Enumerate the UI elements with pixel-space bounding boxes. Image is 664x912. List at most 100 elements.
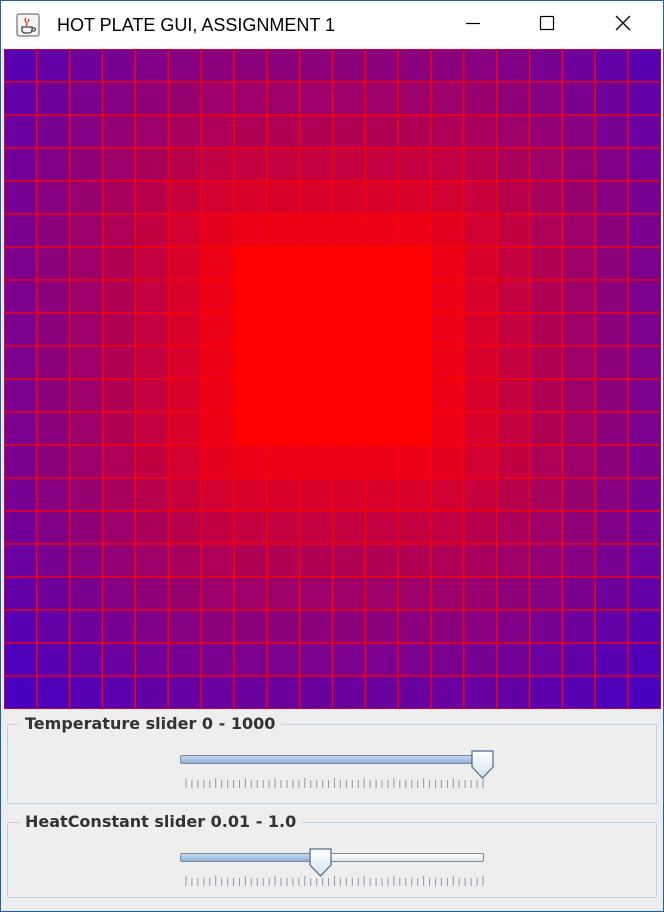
plate-cell[interactable] (397, 477, 432, 512)
plate-cell[interactable] (266, 279, 301, 314)
temperature-slider[interactable] (177, 750, 494, 800)
plate-cell[interactable] (36, 81, 71, 116)
plate-cell[interactable] (594, 81, 629, 116)
plate-cell[interactable] (331, 675, 366, 709)
plate-cell[interactable] (200, 642, 235, 677)
plate-cell[interactable] (430, 543, 465, 578)
plate-cell[interactable] (299, 510, 334, 545)
plate-cell[interactable] (331, 543, 366, 578)
plate-cell[interactable] (134, 510, 169, 545)
plate-cell[interactable] (69, 378, 104, 413)
plate-cell[interactable] (299, 444, 334, 479)
plate-cell[interactable] (364, 609, 399, 644)
plate-cell[interactable] (528, 49, 564, 83)
plate-cell[interactable] (496, 411, 531, 446)
plate-cell[interactable] (200, 576, 235, 611)
plate-cell[interactable] (397, 378, 432, 413)
plate-cell[interactable] (561, 147, 596, 182)
plate-cell[interactable] (134, 213, 169, 248)
plate-cell[interactable] (36, 444, 71, 479)
plate-cell[interactable] (233, 114, 268, 149)
plate-cell[interactable] (167, 213, 202, 248)
plate-cell[interactable] (528, 312, 564, 347)
plate-cell[interactable] (397, 81, 432, 116)
plate-cell[interactable] (101, 180, 137, 215)
plate-cell[interactable] (430, 510, 465, 545)
plate-cell[interactable] (627, 675, 661, 709)
plate-cell[interactable] (36, 213, 71, 248)
plate-cell[interactable] (430, 180, 465, 215)
plate-cell[interactable] (134, 147, 169, 182)
plate-cell[interactable] (36, 543, 71, 578)
plate-cell[interactable] (528, 609, 564, 644)
plate-cell[interactable] (364, 147, 399, 182)
plate-cell[interactable] (463, 642, 498, 677)
plate-cell[interactable] (594, 378, 629, 413)
plate-cell[interactable] (397, 312, 432, 347)
plate-cell[interactable] (561, 180, 596, 215)
plate-cell[interactable] (266, 675, 301, 709)
plate-cell[interactable] (364, 444, 399, 479)
plate-cell[interactable] (134, 49, 169, 83)
plate-cell[interactable] (233, 246, 268, 281)
plate-cell[interactable] (36, 576, 71, 611)
plate-cell[interactable] (430, 477, 465, 512)
plate-cell[interactable] (331, 279, 366, 314)
plate-cell[interactable] (561, 81, 596, 116)
plate-cell[interactable] (496, 609, 531, 644)
plate-cell[interactable] (528, 411, 564, 446)
plate-cell[interactable] (200, 114, 235, 149)
plate-cell[interactable] (4, 378, 38, 413)
plate-cell[interactable] (299, 609, 334, 644)
plate-cell[interactable] (331, 312, 366, 347)
plate-cell[interactable] (397, 345, 432, 380)
plate-cell[interactable] (167, 345, 202, 380)
plate-cell[interactable] (69, 444, 104, 479)
plate-cell[interactable] (299, 180, 334, 215)
plate-cell[interactable] (397, 114, 432, 149)
plate-cell[interactable] (528, 213, 564, 248)
plate-cell[interactable] (627, 49, 661, 83)
plate-cell[interactable] (463, 378, 498, 413)
plate-cell[interactable] (594, 49, 629, 83)
plate-cell[interactable] (167, 279, 202, 314)
plate-cell[interactable] (167, 378, 202, 413)
plate-cell[interactable] (331, 477, 366, 512)
plate-cell[interactable] (397, 510, 432, 545)
plate-cell[interactable] (496, 543, 531, 578)
plate-cell[interactable] (299, 543, 334, 578)
plate-cell[interactable] (364, 345, 399, 380)
plate-cell[interactable] (101, 378, 137, 413)
plate-cell[interactable] (627, 279, 661, 314)
plate-cell[interactable] (299, 114, 334, 149)
plate-cell[interactable] (266, 444, 301, 479)
slider-track[interactable] (180, 755, 484, 764)
plate-cell[interactable] (627, 378, 661, 413)
plate-cell[interactable] (430, 576, 465, 611)
plate-cell[interactable] (266, 543, 301, 578)
plate-cell[interactable] (200, 180, 235, 215)
plate-cell[interactable] (4, 312, 38, 347)
plate-cell[interactable] (331, 49, 366, 83)
plate-cell[interactable] (561, 576, 596, 611)
plate-cell[interactable] (627, 246, 661, 281)
plate-cell[interactable] (167, 246, 202, 281)
plate-cell[interactable] (528, 378, 564, 413)
plate-cell[interactable] (430, 279, 465, 314)
plate-cell[interactable] (266, 49, 301, 83)
plate-cell[interactable] (430, 49, 465, 83)
plate-cell[interactable] (627, 576, 661, 611)
plate-cell[interactable] (36, 114, 71, 149)
plate-cell[interactable] (200, 279, 235, 314)
plate-cell[interactable] (528, 642, 564, 677)
plate-cell[interactable] (594, 609, 629, 644)
plate-cell[interactable] (36, 609, 71, 644)
plate-cell[interactable] (101, 312, 137, 347)
plate-cell[interactable] (4, 345, 38, 380)
plate-cell[interactable] (101, 147, 137, 182)
plate-cell[interactable] (233, 279, 268, 314)
plate-cell[interactable] (627, 642, 661, 677)
plate-cell[interactable] (528, 279, 564, 314)
plate-cell[interactable] (594, 213, 629, 248)
plate-cell[interactable] (134, 477, 169, 512)
